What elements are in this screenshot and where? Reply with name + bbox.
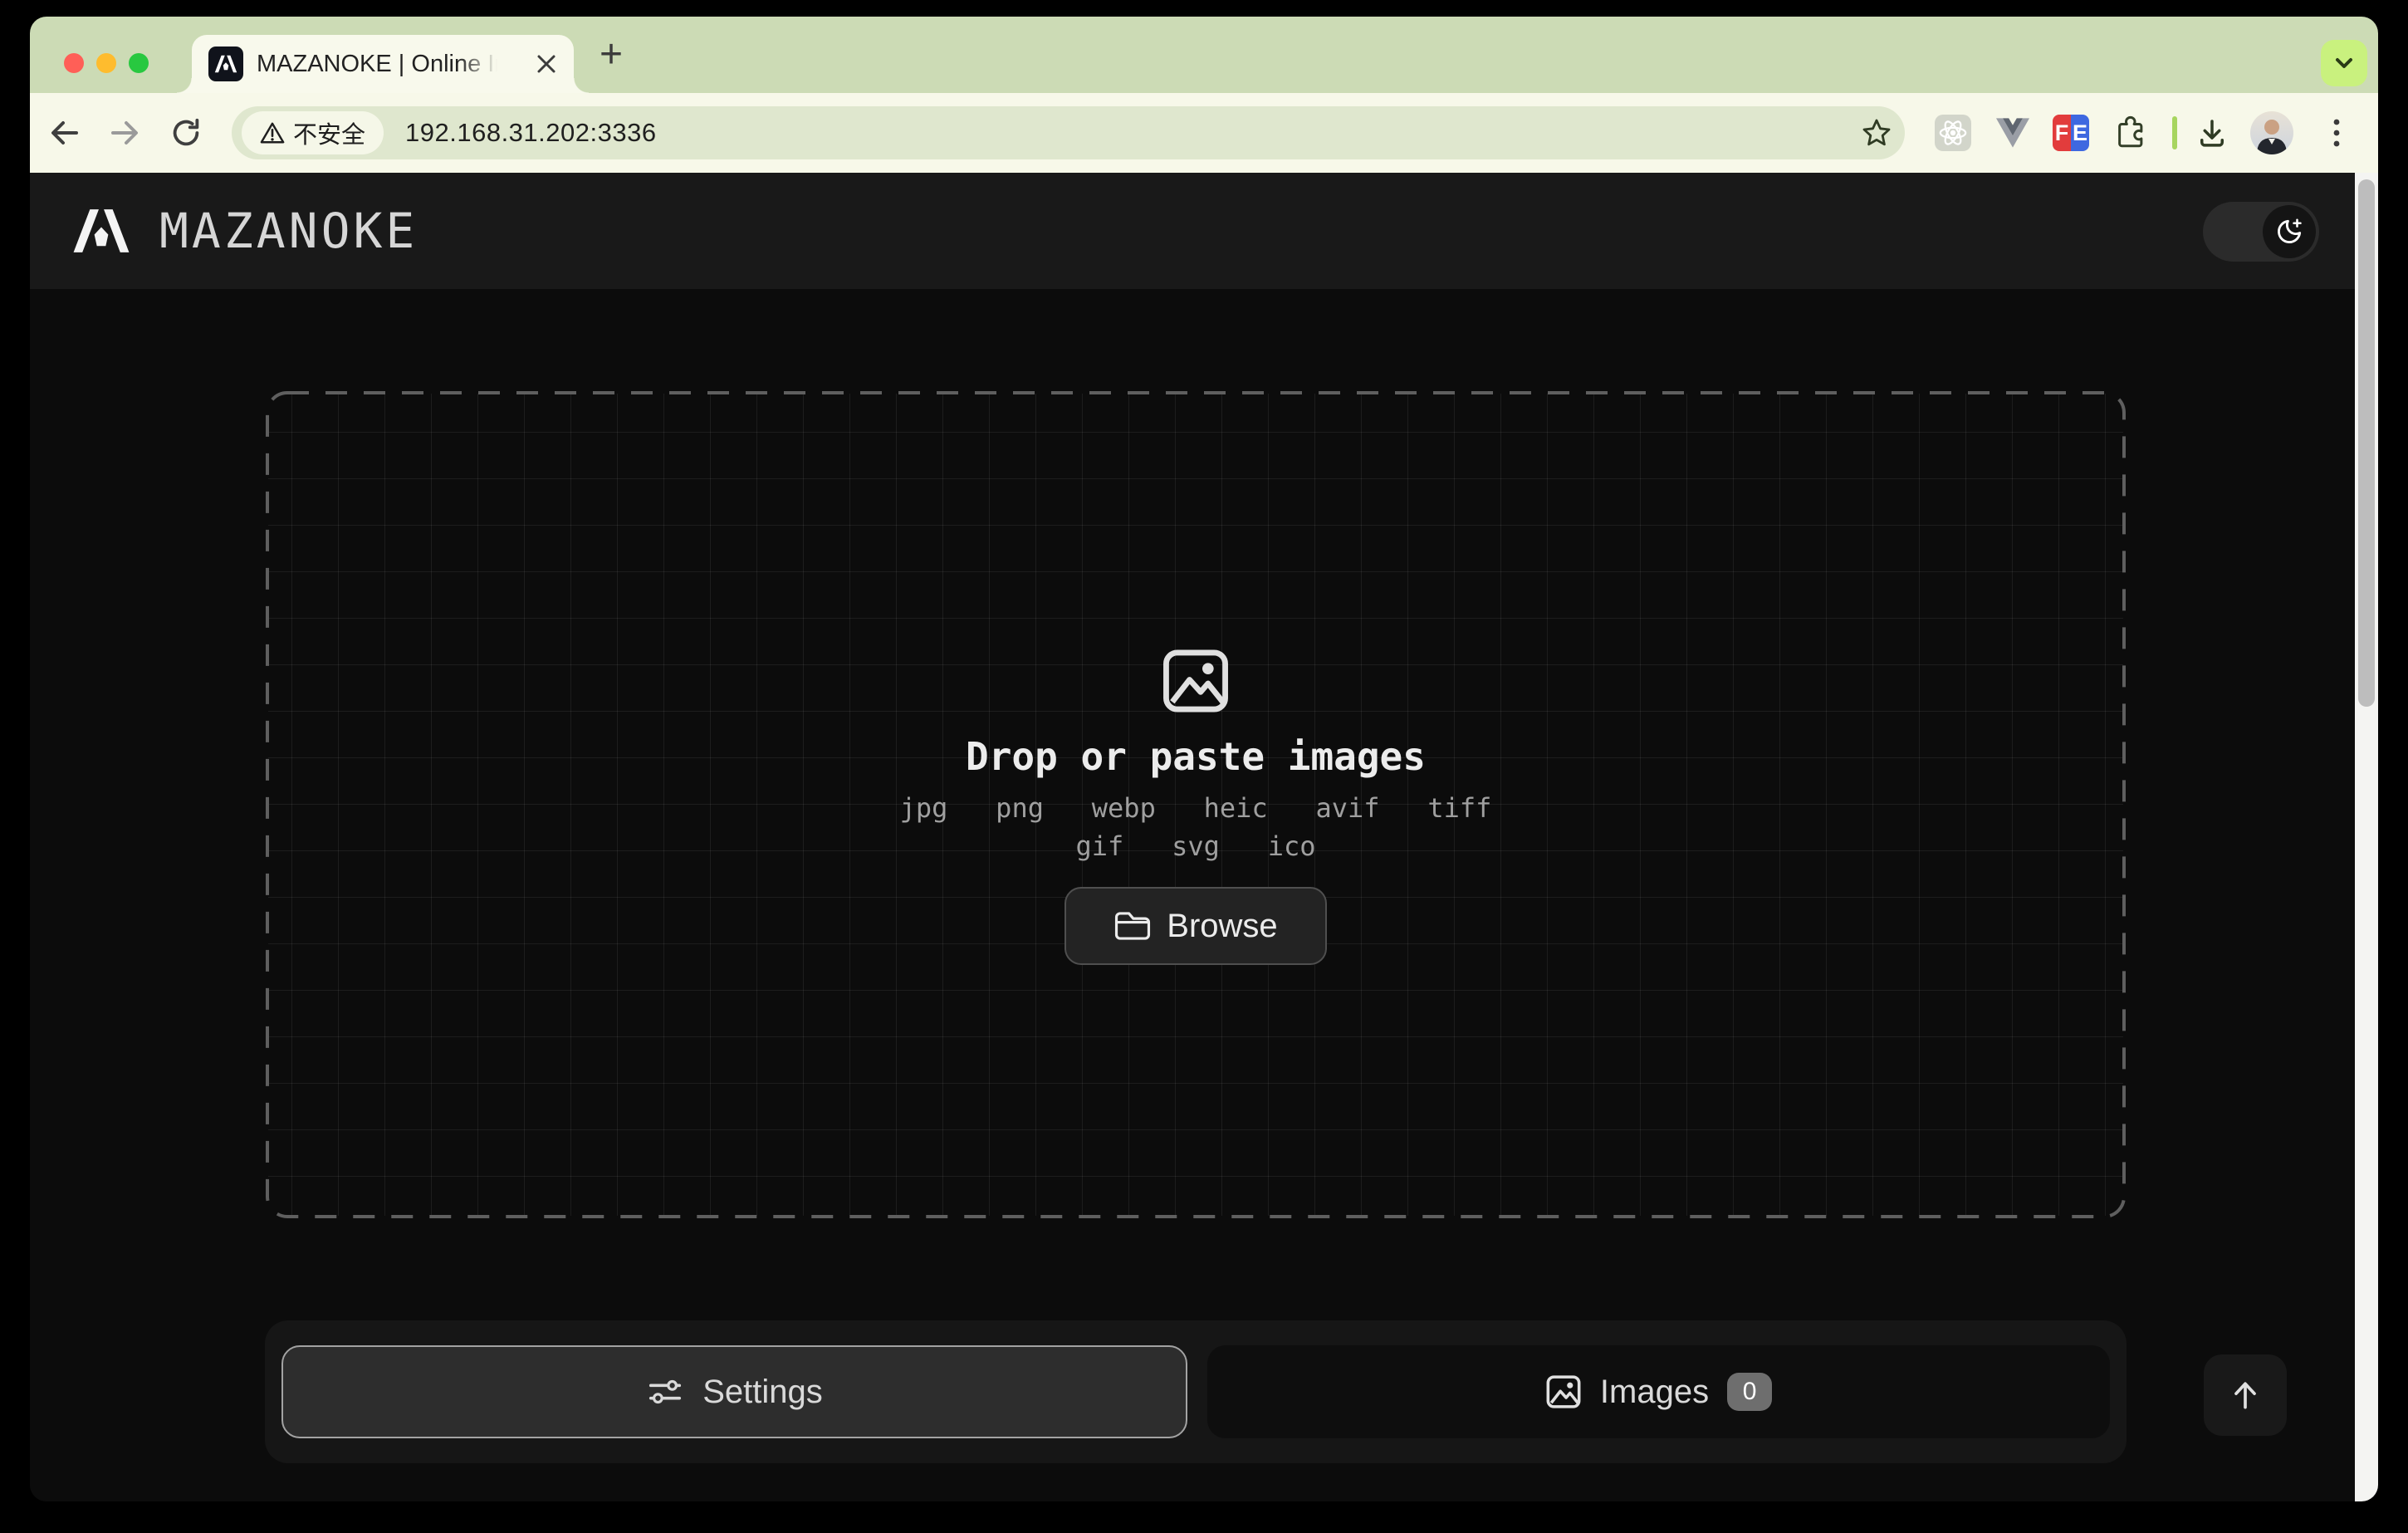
profile-avatar[interactable]	[2250, 111, 2293, 154]
security-label: 不安全	[293, 120, 366, 149]
back-button[interactable]	[46, 115, 83, 151]
forward-button[interactable]	[106, 115, 143, 151]
tab-strip: MAZANOKE | Online Image Op +	[30, 17, 2378, 93]
close-window-button[interactable]	[64, 53, 84, 73]
app-header: MAZANOKE	[30, 173, 2378, 289]
fe-icon-left: F	[2053, 115, 2071, 151]
minimize-window-button[interactable]	[96, 53, 116, 73]
downloads-button[interactable]	[2194, 115, 2230, 151]
fe-icon-right: E	[2071, 115, 2089, 151]
browser-toolbar: 不安全 192.168.31.202:3336 F E	[30, 93, 2378, 173]
page-scrollbar[interactable]	[2355, 173, 2378, 1501]
three-dots-icon	[2333, 119, 2340, 147]
forward-arrow-icon	[111, 121, 138, 144]
back-arrow-icon	[51, 121, 78, 144]
favicon-mazanoke	[208, 47, 243, 81]
reload-button[interactable]	[168, 115, 204, 151]
drop-zone-heading: Drop or paste images	[966, 734, 1426, 779]
images-button-label: Images	[1599, 1373, 1710, 1410]
settings-button-label: Settings	[702, 1373, 823, 1410]
moon-icon	[2278, 218, 2302, 243]
new-tab-button[interactable]: +	[591, 35, 631, 76]
theme-toggle-knob[interactable]	[2263, 205, 2316, 258]
arrow-up-icon	[2234, 1382, 2256, 1409]
mazanoke-logo-icon	[73, 209, 130, 252]
extensions-puzzle-icon[interactable]	[2111, 115, 2147, 151]
image-icon	[1163, 649, 1228, 713]
folder-icon	[1115, 912, 1151, 940]
toolbar-separator	[2172, 116, 2177, 149]
images-button[interactable]: Images 0	[1207, 1345, 2110, 1438]
app-title: MAZANOKE	[159, 203, 418, 259]
supported-formats-line2: gif svg ico	[1075, 830, 1316, 862]
tab-title: MAZANOKE | Online Image Op	[257, 50, 502, 77]
supported-formats-line1: jpg png webp heic avif tiff	[899, 792, 1492, 824]
browser-menu-button[interactable]	[2318, 115, 2355, 151]
footer-panel: Settings Images 0	[265, 1320, 2127, 1463]
download-icon	[2200, 120, 2224, 147]
fe-extension-icon[interactable]: FE	[2053, 115, 2089, 151]
scroll-to-top-button[interactable]	[2204, 1354, 2287, 1436]
chevron-down-icon	[2336, 58, 2352, 68]
reload-icon	[173, 118, 199, 146]
browser-tab[interactable]: MAZANOKE | Online Image Op	[177, 35, 589, 93]
browse-button-label: Browse	[1167, 907, 1278, 944]
scrollbar-thumb[interactable]	[2358, 179, 2375, 707]
mazanoke-logo-icon	[214, 55, 237, 73]
url-text[interactable]: 192.168.31.202:3336	[405, 118, 657, 148]
settings-button[interactable]: Settings	[281, 1345, 1187, 1438]
zoom-window-button[interactable]	[129, 53, 149, 73]
react-devtools-extension-icon[interactable]	[1935, 115, 1971, 151]
warning-triangle-icon	[260, 122, 285, 144]
tab-close-icon[interactable]	[532, 50, 560, 78]
profile-chevron-button[interactable]	[2321, 40, 2367, 86]
mazanoke-page: MAZANOKE Drop or paste images jpg png we…	[30, 173, 2378, 1501]
images-count-badge: 0	[1727, 1373, 1773, 1411]
vue-devtools-extension-icon[interactable]	[1994, 115, 2031, 151]
bookmark-star-icon[interactable]	[1860, 116, 1893, 149]
address-bar[interactable]: 不安全 192.168.31.202:3336	[232, 106, 1905, 159]
image-icon	[1546, 1375, 1581, 1408]
theme-toggle[interactable]	[2203, 202, 2319, 262]
browse-button[interactable]: Browse	[1065, 887, 1327, 965]
site-security-chip[interactable]: 不安全	[242, 111, 384, 154]
browser-window: MAZANOKE | Online Image Op +	[30, 17, 2378, 1501]
image-drop-zone[interactable]: Drop or paste images jpg png webp heic a…	[265, 390, 2127, 1219]
sliders-icon	[649, 1379, 682, 1404]
